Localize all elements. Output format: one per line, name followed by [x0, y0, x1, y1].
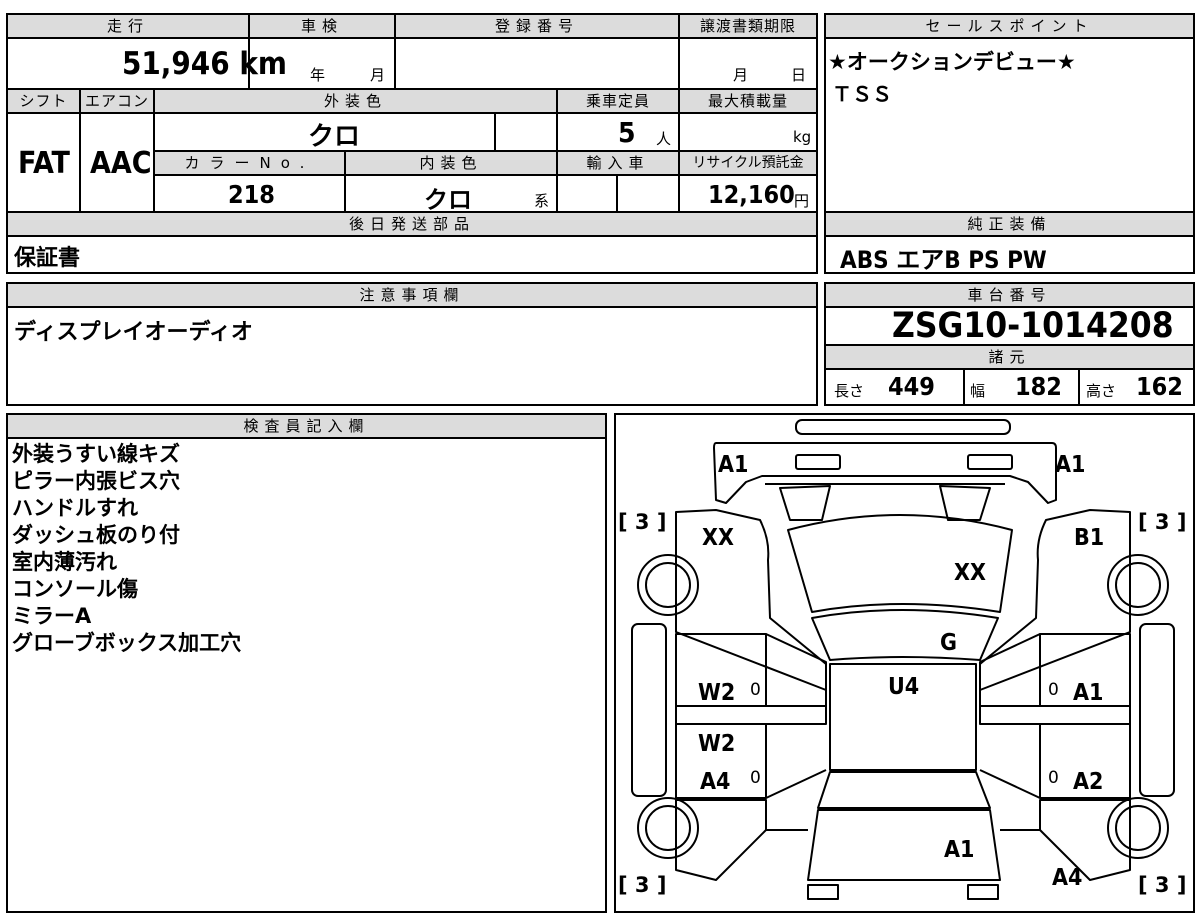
- code-rear-door-left-2: A4: [700, 769, 731, 795]
- tire-rear-left: [ 3 ]: [618, 873, 667, 897]
- code-bumper-right: A1: [1055, 452, 1086, 478]
- code-quarter-right: A4: [1052, 865, 1083, 891]
- code-roof: U4: [888, 674, 920, 700]
- code-zero: 0: [750, 768, 761, 788]
- code-zero: 0: [750, 680, 761, 700]
- code-fender-left: XX: [702, 525, 734, 551]
- code-trunk: A1: [944, 837, 975, 863]
- code-zero: 0: [1048, 768, 1059, 788]
- tire-front-left: [ 3 ]: [618, 510, 667, 534]
- code-front-door-left: W2: [698, 680, 736, 706]
- code-front-door-right: A1: [1073, 680, 1104, 706]
- code-hood: XX: [954, 560, 986, 586]
- code-windshield: G: [940, 630, 957, 656]
- tire-rear-right: [ 3 ]: [1138, 873, 1187, 897]
- code-rear-door-left-1: W2: [698, 731, 736, 757]
- car-diagram: [631, 419, 1175, 900]
- code-fender-right: B1: [1074, 525, 1105, 551]
- code-rear-door-right: A2: [1073, 769, 1104, 795]
- tire-front-right: [ 3 ]: [1138, 510, 1187, 534]
- code-bumper-left: A1: [718, 452, 749, 478]
- code-zero: 0: [1048, 680, 1059, 700]
